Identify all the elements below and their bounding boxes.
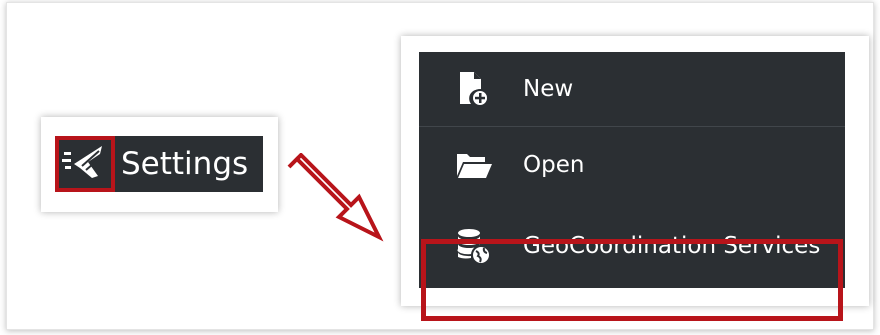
menu-item-label: Open xyxy=(523,151,585,178)
menu-item-label: GeoCoordination Services xyxy=(523,233,821,259)
database-globe-icon xyxy=(455,226,493,266)
tools-icon xyxy=(62,142,108,187)
arrow-icon xyxy=(285,152,385,248)
folder-open-icon xyxy=(455,145,493,185)
menu-item-label: New xyxy=(523,76,574,102)
new-file-icon xyxy=(455,69,493,109)
settings-callout: Settings xyxy=(41,117,278,212)
menu-item-open[interactable]: Open xyxy=(419,128,845,201)
settings-label: Settings xyxy=(121,146,249,182)
screenshot-frame: Settings New Open GeoCoordination Servic… xyxy=(6,2,874,330)
settings-icon-highlight xyxy=(55,136,115,192)
menu-item-geocoordination-services[interactable]: GeoCoordination Services xyxy=(419,207,845,285)
menu-item-new[interactable]: New xyxy=(419,52,845,127)
settings-button[interactable]: Settings xyxy=(55,136,263,192)
menu-callout: New Open GeoCoordination Services xyxy=(401,36,869,321)
dropdown-menu: New Open GeoCoordination Services xyxy=(419,52,845,288)
